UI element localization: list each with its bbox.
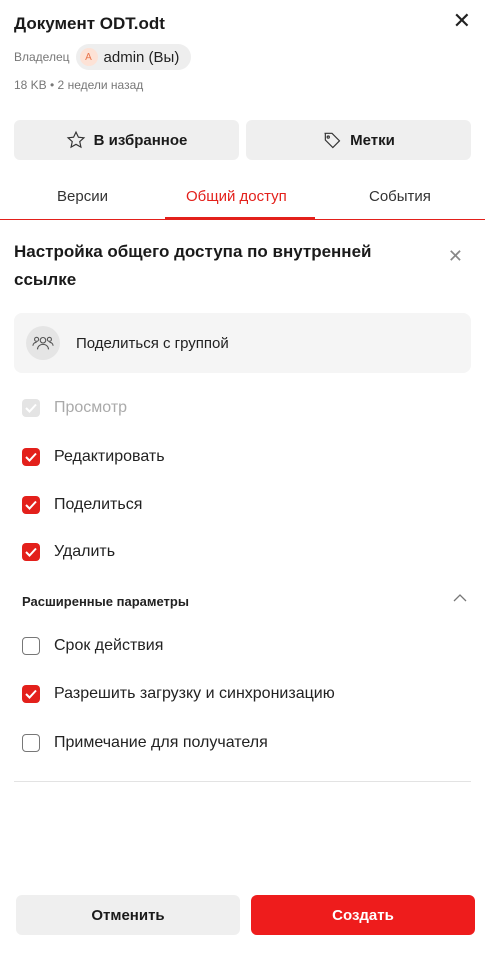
recipient-note-label: Примечание для получателя [54, 734, 268, 751]
favorite-button[interactable]: В избранное [14, 120, 239, 160]
create-button[interactable]: Создать [251, 895, 475, 935]
share-with-group-button[interactable]: Поделиться с группой [14, 313, 471, 373]
permission-edit[interactable]: Редактировать [22, 448, 165, 466]
view-checkbox [22, 399, 40, 417]
delete-label: Удалить [54, 543, 116, 560]
panel-title: Настройка общего доступа по внутренней с… [14, 242, 372, 289]
edit-checkbox[interactable] [22, 448, 40, 466]
tag-icon [324, 132, 341, 149]
close-panel-icon[interactable]: ✕ [448, 246, 463, 267]
owner-row: Владелец A admin (Вы) [14, 44, 471, 70]
tab-bar: Версии Общий доступ События [0, 176, 485, 220]
permission-delete[interactable]: Удалить [22, 543, 115, 561]
option-recipient-note[interactable]: Примечание для получателя [22, 734, 268, 752]
view-label: Просмотр [54, 399, 128, 416]
chevron-up-icon[interactable] [453, 590, 467, 608]
close-icon[interactable]: ✕ [453, 10, 471, 32]
file-header: Документ ODT.odt ✕ Владелец A admin (Вы)… [14, 10, 471, 93]
group-icon [26, 326, 60, 360]
tags-label: Метки [350, 131, 395, 149]
advanced-settings-title: Расширенные параметры [22, 594, 189, 609]
recipient-note-checkbox[interactable] [22, 734, 40, 752]
owner-name: admin (Вы) [103, 48, 180, 66]
avatar: A [79, 48, 98, 66]
tab-versions[interactable]: Версии [57, 188, 108, 205]
option-expiration[interactable]: Срок действия [22, 637, 163, 655]
share-checkbox[interactable] [22, 496, 40, 514]
action-row: В избранное Метки [14, 120, 471, 160]
allow-download-checkbox[interactable] [22, 685, 40, 703]
file-meta: 18 KB • 2 недели назад [14, 78, 144, 92]
tab-events[interactable]: События [369, 188, 431, 205]
expiration-label: Срок действия [54, 637, 164, 654]
file-title: Документ ODT.odt [14, 14, 165, 33]
owner-label: Владелец [14, 50, 70, 64]
divider [14, 781, 471, 782]
expiration-checkbox[interactable] [22, 637, 40, 655]
cancel-button[interactable]: Отменить [16, 895, 240, 935]
permission-share[interactable]: Поделиться [22, 496, 142, 514]
permission-view: Просмотр [22, 399, 127, 417]
owner-chip: A admin (Вы) [75, 44, 192, 70]
active-tab-indicator [165, 217, 315, 219]
edit-label: Редактировать [54, 448, 165, 465]
option-allow-download[interactable]: Разрешить загрузку и синхронизацию [22, 685, 335, 703]
share-with-group-label: Поделиться с группой [76, 334, 229, 352]
favorite-label: В избранное [93, 131, 188, 149]
tags-button[interactable]: Метки [246, 120, 471, 160]
allow-download-label: Разрешить загрузку и синхронизацию [54, 685, 335, 702]
share-label: Поделиться [54, 496, 143, 513]
tab-sharing[interactable]: Общий доступ [186, 188, 287, 205]
star-icon [66, 130, 85, 149]
delete-checkbox[interactable] [22, 543, 40, 561]
